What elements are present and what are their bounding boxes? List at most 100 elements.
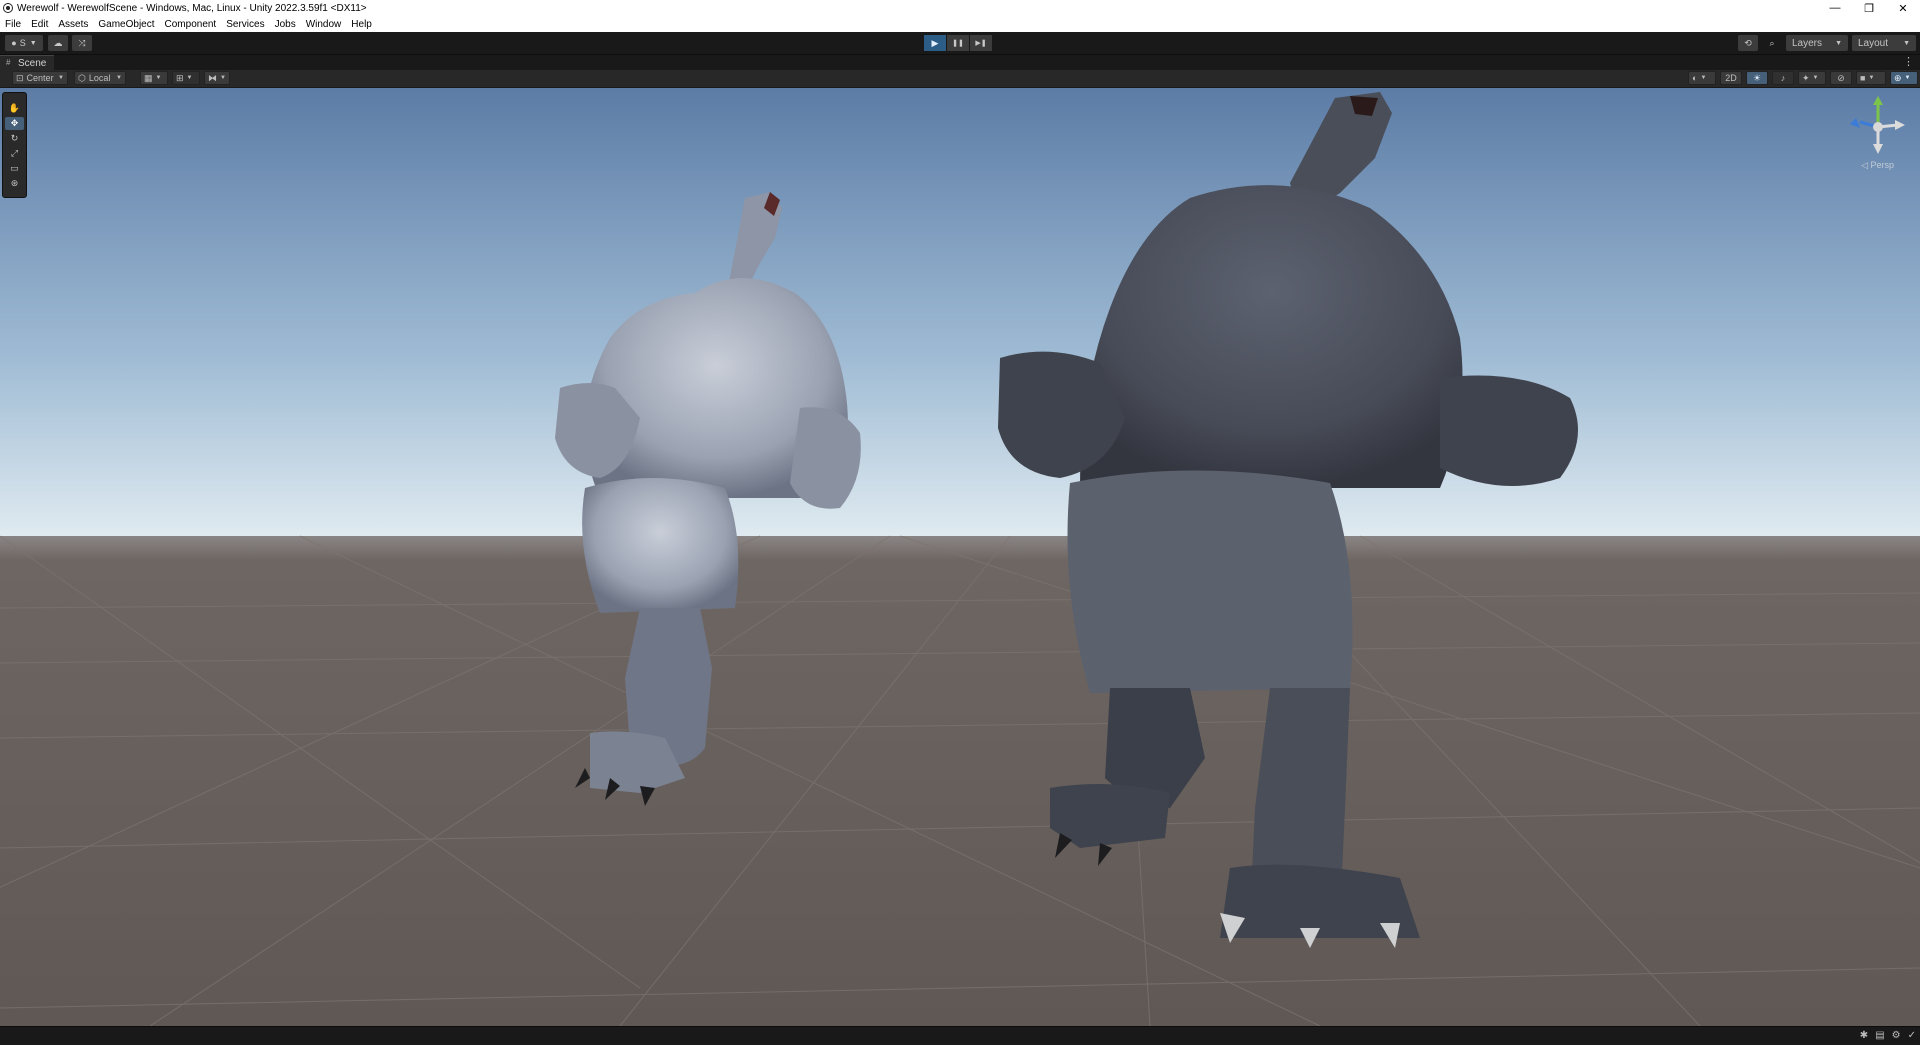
chevron-down-icon: ▼ bbox=[186, 75, 193, 81]
lightbulb-icon: ☀ bbox=[1752, 72, 1762, 83]
chevron-down-icon: ▼ bbox=[1700, 75, 1707, 81]
chevron-down-icon: ▼ bbox=[1812, 75, 1819, 81]
tab-scene[interactable]: # Scene bbox=[0, 55, 55, 70]
mode-2d-label: 2D bbox=[1725, 73, 1737, 83]
menu-edit[interactable]: Edit bbox=[26, 19, 53, 30]
gizmos-dropdown[interactable]: ⊕ ▼ bbox=[1890, 71, 1918, 85]
menu-assets[interactable]: Assets bbox=[53, 19, 93, 30]
window-title: Werewolf - WerewolfScene - Windows, Mac,… bbox=[17, 2, 367, 14]
align-button[interactable]: ⧓ ▼ bbox=[204, 71, 230, 85]
menu-gameobject[interactable]: GameObject bbox=[93, 19, 159, 30]
ground-plane bbox=[0, 536, 1920, 1026]
history-icon: ⟲ bbox=[1744, 37, 1752, 48]
menu-file[interactable]: File bbox=[0, 19, 26, 30]
scale-tool[interactable]: ⤢ bbox=[5, 147, 24, 160]
lighting-toggle[interactable]: ☀ bbox=[1746, 71, 1768, 85]
hidden-objects-toggle[interactable]: ⊘ bbox=[1830, 71, 1852, 85]
play-icon: ▶ bbox=[931, 37, 939, 48]
menu-services[interactable]: Services bbox=[221, 19, 269, 30]
snap-icon: ⊞ bbox=[176, 72, 184, 83]
rect-tool[interactable]: ▭ bbox=[5, 162, 24, 175]
minimize-button[interactable]: — bbox=[1818, 0, 1852, 16]
history-button[interactable]: ⟲ bbox=[1738, 35, 1758, 51]
unity-logo-icon bbox=[3, 3, 13, 13]
check-icon[interactable]: ✓ bbox=[1908, 1030, 1916, 1041]
chevron-down-icon: ▼ bbox=[29, 39, 37, 47]
increment-snap-button[interactable]: ⊞ ▼ bbox=[172, 71, 200, 85]
chevron-down-icon: ▼ bbox=[1835, 39, 1842, 47]
effects-icon: ✦ bbox=[1802, 72, 1810, 83]
menu-jobs[interactable]: Jobs bbox=[270, 19, 301, 30]
bug-icon[interactable]: ✱ bbox=[1860, 1030, 1868, 1041]
transform-tool[interactable]: ⊛ bbox=[5, 177, 24, 190]
search-icon: ⌕ bbox=[1769, 37, 1775, 48]
chevron-down-icon: ▼ bbox=[58, 75, 64, 81]
scene-render bbox=[0, 88, 1920, 1026]
menu-component[interactable]: Component bbox=[160, 19, 222, 30]
layers-dropdown[interactable]: Layers ▼ bbox=[1786, 35, 1848, 51]
console-icon[interactable]: ▤ bbox=[1875, 1030, 1884, 1041]
main-toolbar: ● S ▼ ☁ ⤨ ▶ ❚❚ ▶❚ ⟲ ⌕ Layers ▼ Layout ▼ bbox=[0, 32, 1920, 55]
title-bar: Werewolf - WerewolfScene - Windows, Mac,… bbox=[0, 0, 1920, 16]
cube-icon: ⬡ bbox=[78, 72, 86, 83]
camera-icon: ■ bbox=[1860, 73, 1866, 83]
hand-tool[interactable]: ✋ bbox=[5, 102, 24, 115]
rotate-tool[interactable]: ↻ bbox=[5, 132, 24, 145]
move-tool[interactable]: ✥ bbox=[5, 117, 24, 130]
tab-scene-label: Scene bbox=[18, 57, 47, 69]
grid-snap-button[interactable]: ▦ ▼ bbox=[140, 71, 168, 85]
scene-viewport[interactable]: ✋ ✥ ↻ ⤢ ▭ ⊛ ◁ Persp bbox=[0, 88, 1920, 1026]
more-options-icon[interactable]: ⋮ bbox=[1903, 55, 1914, 68]
scene-toolbar: ⊡ Center ▼ ⬡ Local ▼ ▦ ▼ ⊞ ▼ ⧓ ▼ ◐ ▼ 2D … bbox=[0, 70, 1920, 88]
rect-icon: ▭ bbox=[10, 163, 19, 173]
menu-bar: File Edit Assets GameObject Component Se… bbox=[0, 16, 1920, 32]
menu-help[interactable]: Help bbox=[346, 19, 377, 30]
layout-label: Layout bbox=[1858, 37, 1889, 49]
cloud-button[interactable]: ☁ bbox=[48, 35, 68, 51]
account-dropdown[interactable]: ● S ▼ bbox=[5, 35, 43, 51]
rotate-icon: ↻ bbox=[10, 133, 19, 143]
play-button[interactable]: ▶ bbox=[924, 35, 946, 51]
speaker-icon: ♪ bbox=[1780, 73, 1786, 83]
chevron-down-icon: ▼ bbox=[220, 75, 226, 81]
layout-dropdown[interactable]: Layout ▼ bbox=[1852, 35, 1916, 51]
transform-icon: ⊛ bbox=[10, 178, 19, 188]
collab-button[interactable]: ⤨ bbox=[72, 35, 92, 51]
chevron-down-icon: ▼ bbox=[1904, 75, 1911, 81]
mode-2d-toggle[interactable]: 2D bbox=[1720, 71, 1742, 85]
draw-mode-dropdown[interactable]: ◐ ▼ bbox=[1688, 71, 1716, 85]
effects-dropdown[interactable]: ✦ ▼ bbox=[1798, 71, 1826, 85]
window-controls: — ❐ ✕ bbox=[1818, 0, 1920, 16]
pivot-dropdown[interactable]: ⊡ Center ▼ bbox=[12, 71, 68, 85]
restore-button[interactable]: ❐ bbox=[1852, 0, 1886, 16]
move-icon: ✥ bbox=[10, 118, 19, 128]
step-button[interactable]: ▶❚ bbox=[970, 35, 992, 51]
sky bbox=[0, 88, 1920, 536]
projection-label[interactable]: ◁ Persp bbox=[1861, 160, 1894, 171]
play-controls: ▶ ❚❚ ▶❚ bbox=[924, 35, 992, 51]
scene-grid-icon: # bbox=[6, 58, 11, 67]
account-icon: ● bbox=[11, 38, 17, 48]
shading-icon: ◐ bbox=[1692, 73, 1698, 83]
status-icons: ✱ ▤ ⚙ ✓ bbox=[1860, 1030, 1916, 1041]
camera-dropdown[interactable]: ■ ▼ bbox=[1856, 71, 1886, 85]
step-icon: ▶❚ bbox=[975, 40, 987, 47]
chevron-down-icon: ▼ bbox=[1868, 75, 1875, 81]
audio-toggle[interactable]: ♪ bbox=[1772, 71, 1794, 85]
graph-icon[interactable]: ⚙ bbox=[1892, 1030, 1901, 1041]
gizmo-icon: ⊕ bbox=[1894, 72, 1902, 83]
hand-icon: ✋ bbox=[8, 103, 21, 113]
pause-icon: ❚❚ bbox=[952, 40, 964, 47]
account-label: S bbox=[19, 38, 26, 48]
close-button[interactable]: ✕ bbox=[1886, 0, 1920, 16]
pivot-icon: ⊡ bbox=[16, 72, 24, 83]
scale-icon: ⤢ bbox=[10, 148, 19, 158]
space-dropdown[interactable]: ⬡ Local ▼ bbox=[74, 71, 126, 85]
search-button[interactable]: ⌕ bbox=[1762, 35, 1782, 51]
menu-window[interactable]: Window bbox=[301, 19, 347, 30]
eye-slash-icon: ⊘ bbox=[1837, 72, 1845, 83]
pause-button[interactable]: ❚❚ bbox=[947, 35, 969, 51]
pivot-label: Center bbox=[26, 73, 54, 83]
space-label: Local bbox=[88, 73, 111, 83]
layers-label: Layers bbox=[1792, 37, 1823, 49]
